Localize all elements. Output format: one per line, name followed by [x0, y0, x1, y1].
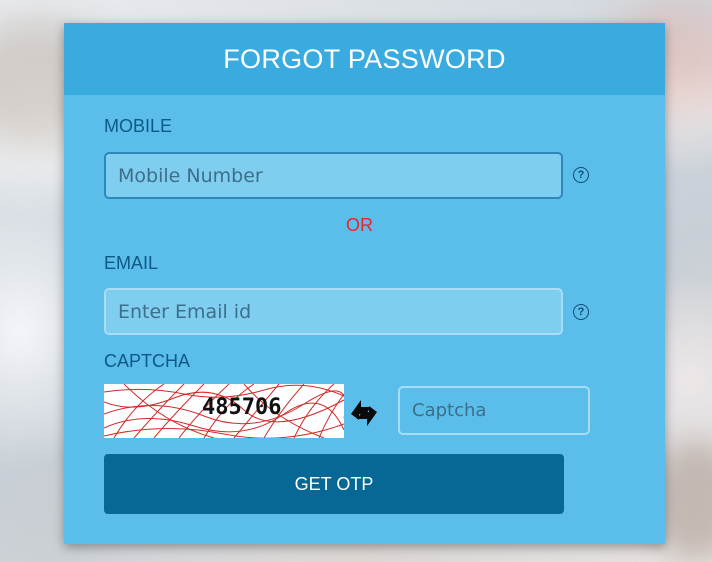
mobile-number-input[interactable] — [104, 152, 563, 199]
captcha-text: 485706 — [202, 395, 281, 420]
page-title: FORGOT PASSWORD — [223, 43, 506, 74]
panel-header: FORGOT PASSWORD — [64, 23, 665, 95]
email-help-icon[interactable]: ? — [573, 304, 589, 320]
mobile-label: MOBILE — [104, 116, 173, 136]
captcha-label: CAPTCHA — [104, 351, 191, 371]
refresh-captcha-icon[interactable] — [345, 394, 383, 432]
get-otp-button[interactable]: GET OTP — [104, 454, 564, 514]
email-input[interactable] — [104, 288, 563, 335]
captcha-image: 485706 — [104, 384, 344, 438]
mobile-help-icon[interactable]: ? — [573, 167, 589, 183]
captcha-noise-graphic: 485706 — [104, 384, 344, 438]
captcha-input[interactable] — [398, 386, 590, 435]
forgot-password-panel: FORGOT PASSWORD MOBILE ? OR EMAIL ? CAPT… — [64, 23, 665, 544]
email-label: EMAIL — [104, 253, 159, 273]
or-separator: OR — [346, 215, 373, 235]
